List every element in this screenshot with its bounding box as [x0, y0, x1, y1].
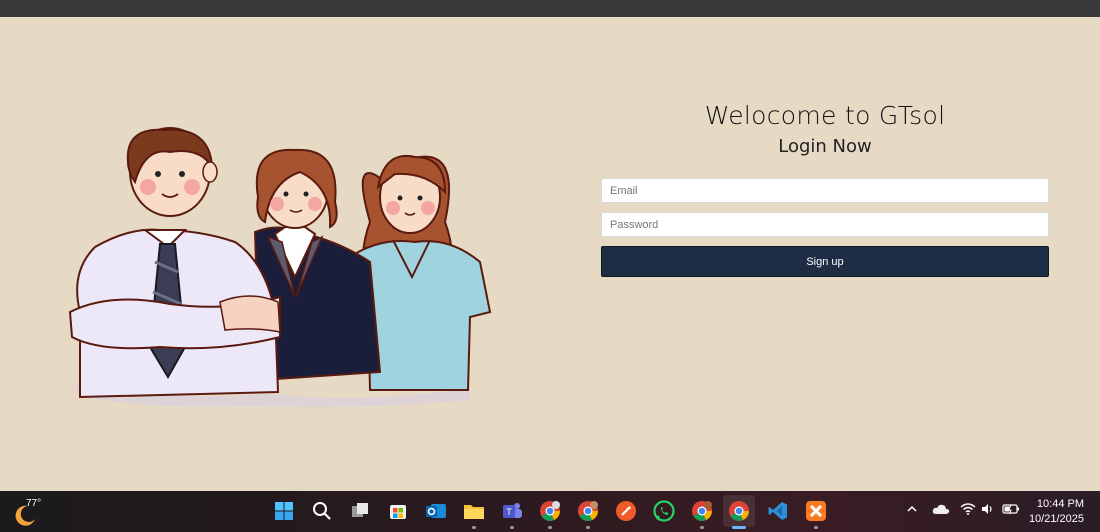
- search-icon[interactable]: [310, 499, 334, 523]
- brave-icon[interactable]: [614, 499, 638, 523]
- chrome-icon[interactable]: [723, 495, 755, 529]
- running-indicator: [814, 526, 818, 529]
- login-page: Welocome to GTsol Login Now Sign up: [0, 17, 1100, 491]
- outlook-icon[interactable]: [424, 499, 448, 523]
- wifi-icon[interactable]: [960, 503, 976, 518]
- teams-icon[interactable]: T: [500, 499, 524, 529]
- email-field[interactable]: [601, 178, 1049, 203]
- task-view-icon[interactable]: [348, 499, 372, 523]
- weather-widget[interactable]: 77°: [14, 497, 54, 527]
- sign-up-button[interactable]: Sign up: [601, 246, 1049, 277]
- running-indicator: [700, 526, 704, 529]
- running-indicator: [510, 526, 514, 529]
- running-indicator: [472, 526, 476, 529]
- chrome-profile-2-icon[interactable]: [576, 499, 600, 529]
- weather-temperature: 77°: [26, 498, 42, 509]
- running-indicator: [548, 526, 552, 529]
- system-clock[interactable]: 10:44 PM 10/21/2025: [1029, 497, 1084, 527]
- taskbar: 77° T 10:44 PM 10/21/2025: [0, 491, 1100, 532]
- team-illustration: [68, 127, 492, 408]
- login-panel: Welocome to GTsol Login Now Sign up: [600, 101, 1050, 277]
- running-indicator: [586, 526, 590, 529]
- browser-top-strip: [0, 0, 1100, 17]
- page-title: Welocome to GTsol: [704, 101, 946, 130]
- store-icon[interactable]: [386, 499, 410, 523]
- svg-text:T: T: [506, 507, 512, 517]
- chrome-profile-3-icon[interactable]: [690, 499, 714, 529]
- clock-date: 10/21/2025: [1028, 513, 1084, 525]
- running-indicator: [732, 526, 746, 529]
- password-field[interactable]: [601, 212, 1049, 237]
- file-explorer-icon[interactable]: [462, 499, 486, 529]
- battery-icon[interactable]: [1002, 503, 1020, 518]
- volume-icon[interactable]: [981, 503, 995, 518]
- login-subtitle: Login Now: [778, 136, 872, 157]
- onedrive-icon[interactable]: [932, 503, 950, 518]
- chrome-profile-icon[interactable]: [538, 499, 562, 529]
- xampp-icon[interactable]: [804, 499, 828, 529]
- whatsapp-icon[interactable]: [652, 499, 676, 523]
- chevron-up-icon[interactable]: [906, 503, 918, 518]
- vscode-icon[interactable]: [766, 499, 790, 523]
- clock-time: 10:44 PM: [1036, 498, 1084, 510]
- windows-start-icon[interactable]: [272, 499, 296, 523]
